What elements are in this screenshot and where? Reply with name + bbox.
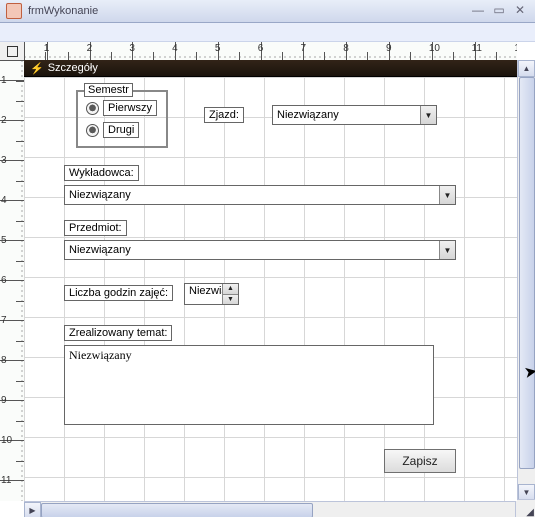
liczba-godzin-spinner[interactable]: Niezwiązany ▲ ▼ (184, 283, 239, 305)
app-icon (6, 3, 22, 19)
vertical-scroll-thumb[interactable] (519, 77, 535, 469)
liczba-godzin-label[interactable]: Liczba godzin zajęć: (64, 285, 173, 301)
radio-dot-icon (86, 124, 99, 137)
wykladowca-combo[interactable]: Niezwiązany ▼ (64, 185, 456, 205)
scroll-up-button[interactable]: ▲ (518, 60, 535, 77)
design-surface[interactable]: ⚡ Szczegóły Semestr Pierwszy Drugi Zjazd… (24, 60, 517, 501)
przedmiot-combo-value: Niezwiązany (65, 243, 439, 257)
vertical-scrollbar[interactable]: ▲ ▼ (517, 60, 535, 501)
window-title: frmWykonanie (28, 5, 466, 17)
spin-down-icon[interactable]: ▼ (223, 294, 238, 305)
radio-pierwszy-label: Pierwszy (103, 100, 157, 116)
przedmiot-label[interactable]: Przedmiot: (64, 220, 127, 236)
zjazd-label[interactable]: Zjazd: (204, 107, 244, 123)
select-all-corner[interactable] (0, 42, 25, 61)
section-header-detail[interactable]: ⚡ Szczegóły (24, 60, 517, 77)
radio-dot-icon (86, 102, 99, 115)
title-bar: frmWykonanie — ▭ ✕ (0, 0, 535, 23)
zjazd-combo[interactable]: Niezwiązany ▼ (272, 105, 437, 125)
radio-pierwszy[interactable]: Pierwszy (86, 100, 157, 116)
save-button[interactable]: Zapisz (384, 449, 456, 473)
client-area: ▲ ▼ ◀ ▶ ◢ ⚡ Szczegóły Semestr Pierwszy D (0, 42, 535, 517)
horizontal-scrollbar[interactable]: ◀ ▶ (24, 501, 517, 517)
semestr-groupbox[interactable]: Semestr Pierwszy Drugi (76, 90, 168, 148)
section-header-label: Szczegóły (48, 62, 98, 74)
radio-drugi[interactable]: Drugi (86, 122, 139, 138)
temat-textbox[interactable]: Niezwiązany (64, 345, 434, 425)
spin-up-icon[interactable]: ▲ (223, 284, 238, 294)
scroll-right-button[interactable]: ▶ (24, 502, 41, 517)
chevron-down-icon[interactable]: ▼ (420, 106, 436, 124)
ruler-horizontal[interactable] (24, 42, 517, 61)
close-button[interactable]: ✕ (511, 4, 529, 18)
size-grip[interactable]: ◢ (515, 499, 535, 517)
detail-grid[interactable]: Semestr Pierwszy Drugi Zjazd: Niezwiązan… (24, 77, 517, 501)
restore-button[interactable]: ▭ (490, 4, 508, 18)
zjazd-combo-value: Niezwiązany (273, 108, 420, 122)
menu-bar (0, 23, 535, 42)
ruler-vertical[interactable] (0, 60, 25, 501)
przedmiot-combo[interactable]: Niezwiązany ▼ (64, 240, 456, 260)
liczba-godzin-value: Niezwiązany (185, 284, 222, 304)
chevron-down-icon[interactable]: ▼ (439, 186, 455, 204)
wykladowca-combo-value: Niezwiązany (65, 188, 439, 202)
wykladowca-label[interactable]: Wykładowca: (64, 165, 139, 181)
minimize-button[interactable]: — (469, 4, 487, 18)
horizontal-scroll-thumb[interactable] (41, 503, 313, 517)
temat-label[interactable]: Zrealizowany temat: (64, 325, 172, 341)
semestr-caption: Semestr (84, 83, 133, 97)
section-flash-icon: ⚡ (30, 62, 44, 75)
radio-drugi-label: Drugi (103, 122, 139, 138)
chevron-down-icon[interactable]: ▼ (439, 241, 455, 259)
